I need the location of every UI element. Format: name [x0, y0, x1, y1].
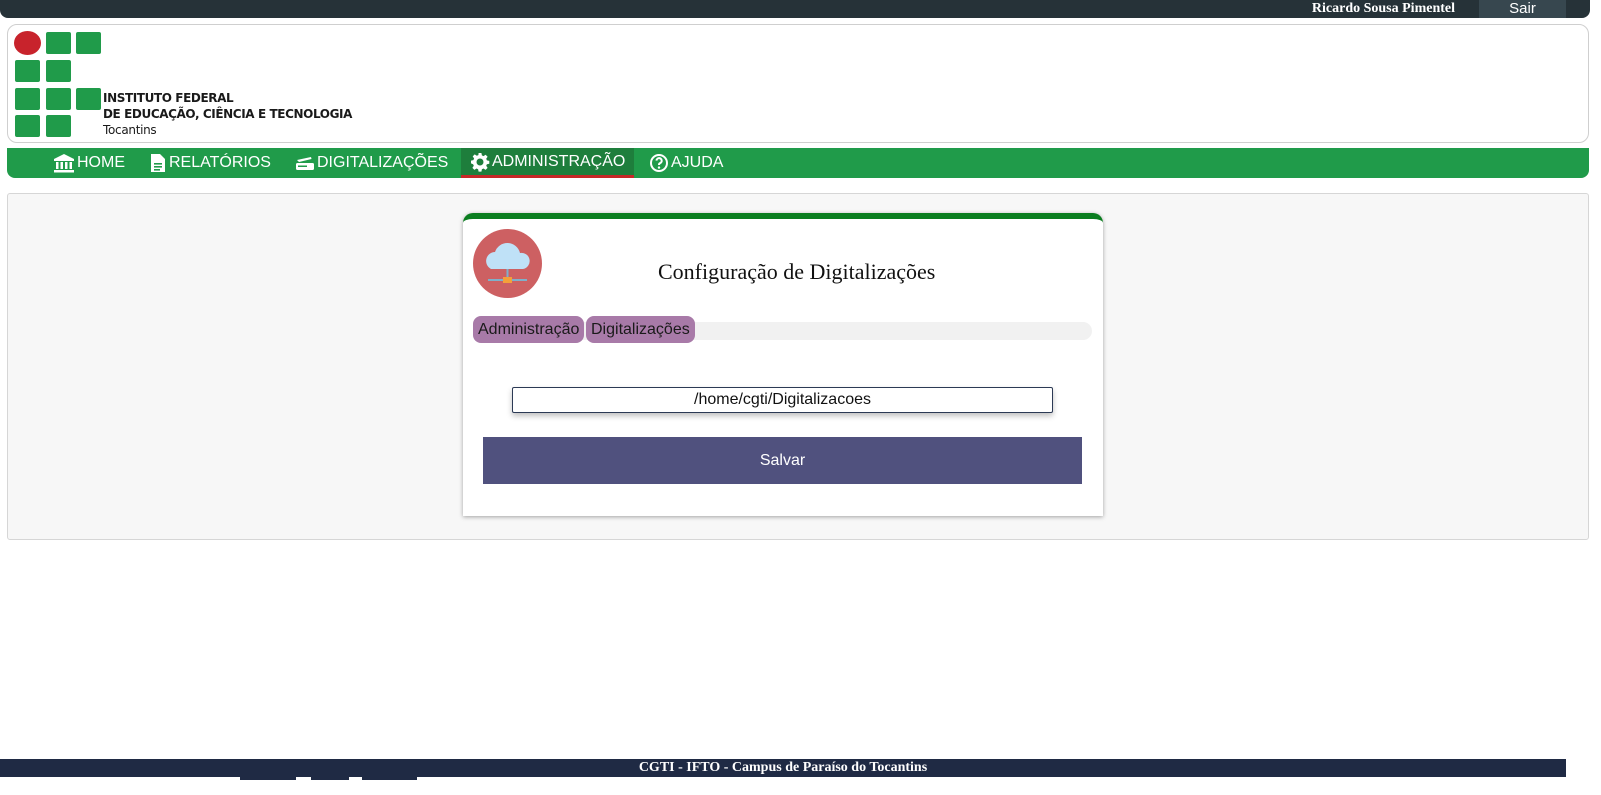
scanner-icon [296, 157, 314, 170]
logo-text-line3: Tocantins [103, 123, 157, 137]
nav-relatorios[interactable]: RELATÓRIOS [149, 148, 271, 178]
nav-digitalizacoes[interactable]: DIGITALIZAÇÕES [295, 148, 448, 178]
nav-relatorios-label: RELATÓRIOS [169, 154, 271, 171]
main-nav: HOME RELATÓRIOS DIGITALIZAÇÕES ADMINISTR… [7, 148, 1589, 178]
page-title: Configuração de Digitalizações [658, 259, 936, 284]
document-icon [151, 154, 165, 172]
nav-ajuda-label: AJUDA [671, 154, 724, 171]
logo-square [46, 88, 71, 110]
footer-tab [311, 777, 349, 780]
footer: CGTI - IFTO - Campus de Paraíso do Tocan… [0, 759, 1566, 777]
logo-square [46, 115, 71, 137]
config-card: Configuração de Digitalizações Administr… [463, 213, 1103, 516]
logo-text-line2: DE EDUCAÇÃO, CIÊNCIA E TECNOLOGIA [103, 107, 352, 121]
nav-home-label: HOME [77, 154, 125, 171]
nav-administracao-label: ADMINISTRAÇÃO [492, 152, 626, 170]
bank-icon [54, 154, 74, 173]
logo-square [76, 88, 101, 110]
help-circle-icon [650, 154, 668, 172]
nav-digitalizacoes-label: DIGITALIZAÇÕES [317, 154, 449, 171]
logo-red-circle [14, 31, 41, 55]
footer-tab [240, 777, 296, 780]
scan-path-input[interactable] [512, 387, 1053, 413]
site-header: INSTITUTO FEDERAL DE EDUCAÇÃO, CIÊNCIA E… [7, 24, 1589, 143]
nav-home[interactable]: HOME [53, 148, 125, 178]
save-button[interactable]: Salvar [483, 437, 1082, 484]
footer-tab [362, 777, 417, 780]
content-area: Configuração de Digitalizações Administr… [7, 193, 1589, 540]
logo-square [15, 60, 40, 82]
logo-square [76, 32, 101, 54]
logo-square [15, 88, 40, 110]
logout-button[interactable]: Sair [1479, 0, 1566, 18]
user-name: Ricardo Sousa Pimentel [1311, 1, 1455, 16]
logo-square [15, 115, 40, 137]
gear-icon [471, 152, 490, 172]
breadcrumb: Administração Digitalizações [473, 316, 1092, 343]
breadcrumb-item-administracao[interactable]: Administração [473, 316, 585, 343]
nav-administracao[interactable]: ADMINISTRAÇÃO [461, 148, 635, 178]
logo-text-line1: INSTITUTO FEDERAL [103, 91, 234, 105]
logo-square [46, 32, 71, 54]
logo-square [46, 60, 71, 82]
top-user-bar: Ricardo Sousa Pimentel Sair [0, 0, 1590, 18]
breadcrumb-item-digitalizacoes[interactable]: Digitalizações [586, 316, 695, 343]
cloud-network-icon [473, 229, 542, 298]
ifto-logo[interactable]: INSTITUTO FEDERAL DE EDUCAÇÃO, CIÊNCIA E… [14, 31, 352, 139]
nav-ajuda[interactable]: AJUDA [649, 148, 723, 178]
